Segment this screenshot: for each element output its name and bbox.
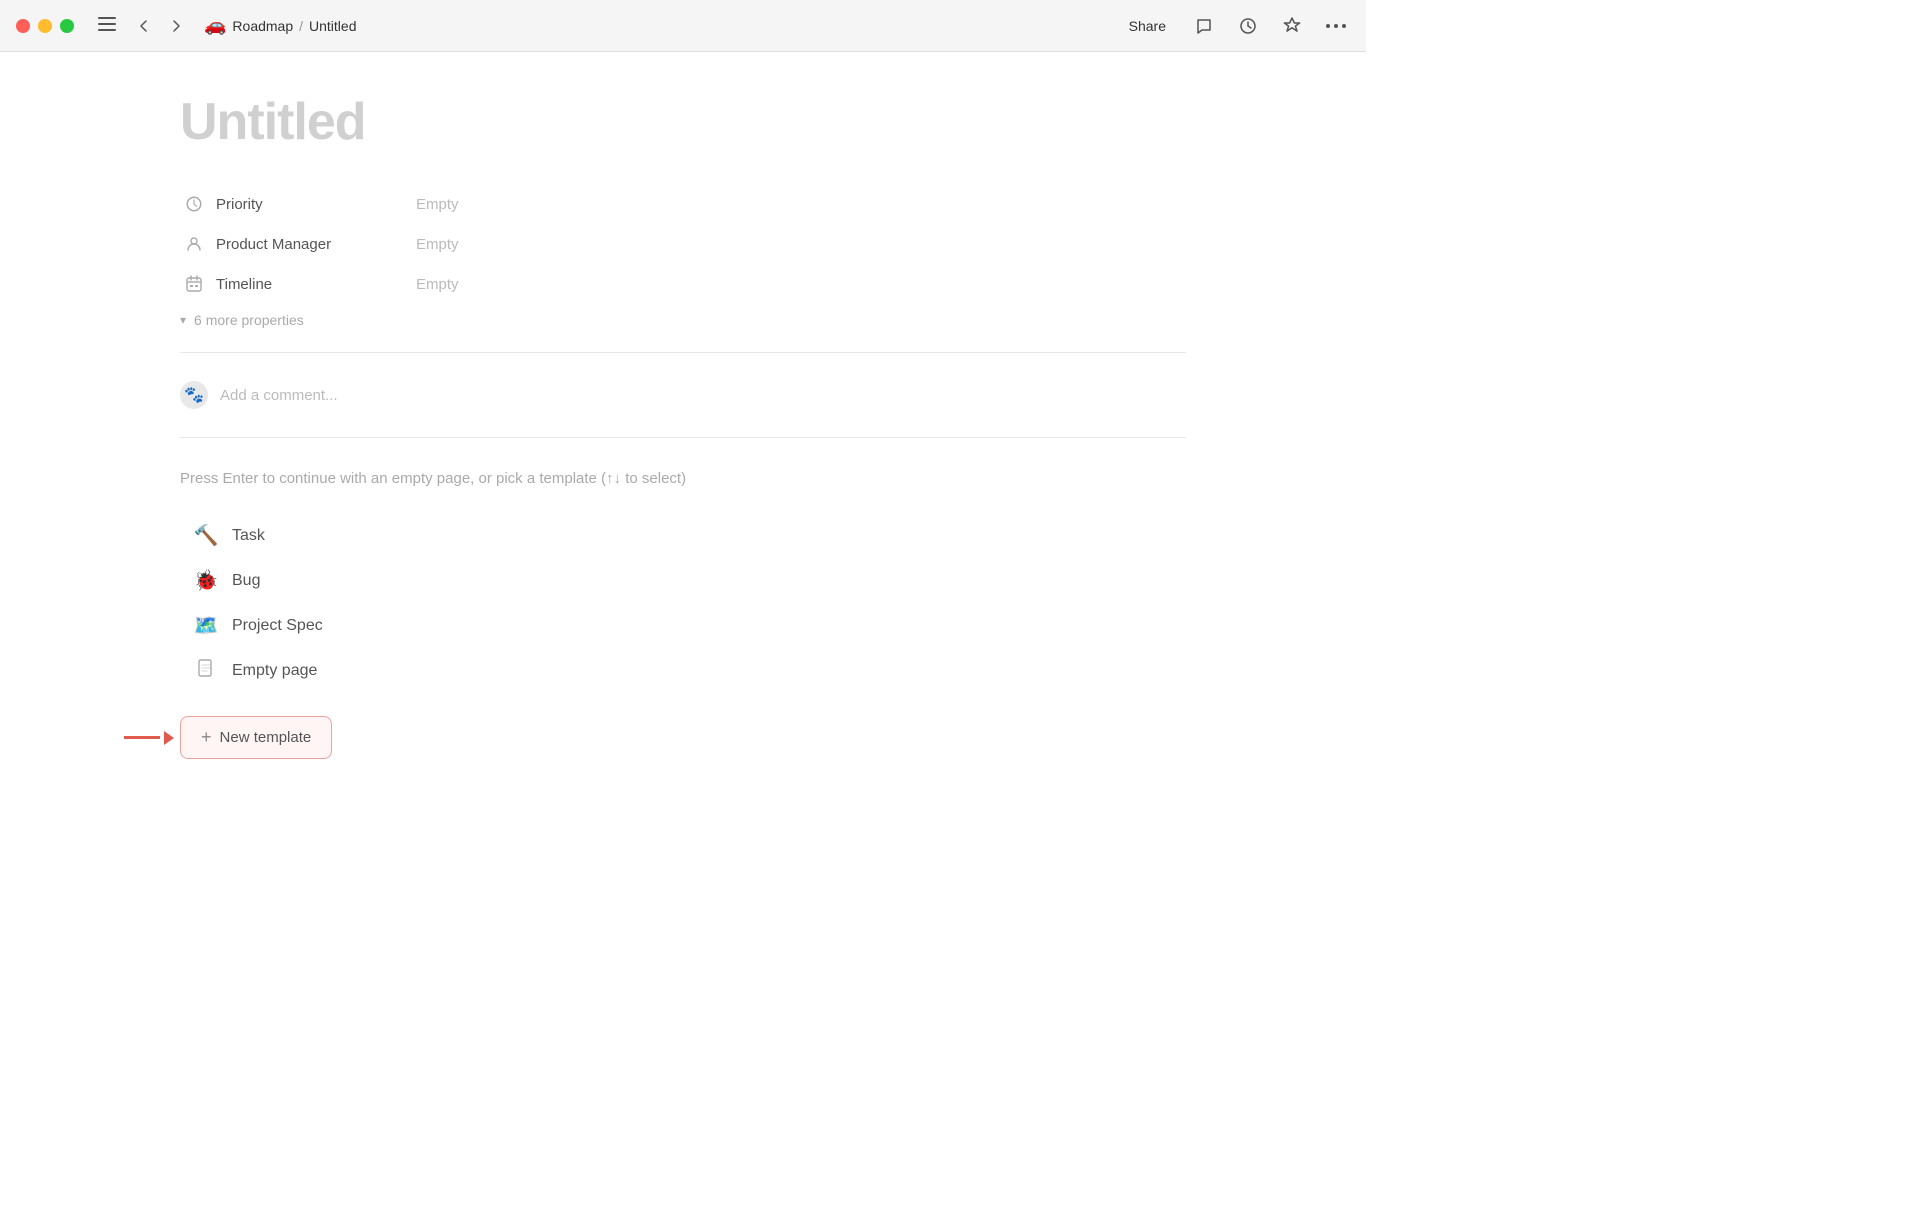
titlebar-actions: Share: [1121, 12, 1350, 40]
product-manager-label: Product Manager: [216, 236, 416, 253]
chevron-down-icon: ▾: [180, 313, 186, 327]
calendar-icon: [180, 275, 208, 293]
titlebar: 🚗 Roadmap / Untitled Share: [0, 0, 1366, 52]
traffic-lights: [16, 19, 74, 33]
comment-divider: [180, 437, 1186, 438]
share-button[interactable]: Share: [1121, 14, 1174, 38]
bug-emoji: 🐞: [192, 568, 220, 593]
arrow-head: [164, 731, 174, 745]
plus-icon: +: [201, 727, 212, 748]
template-item-task[interactable]: 🔨 Task: [180, 515, 1186, 556]
breadcrumb: 🚗 Roadmap / Untitled: [204, 15, 1121, 36]
product-manager-value: Empty: [416, 236, 459, 253]
priority-property[interactable]: Priority Empty: [180, 184, 1186, 224]
new-template-label: New template: [220, 729, 312, 746]
task-emoji: 🔨: [192, 523, 220, 548]
properties-section: Priority Empty Product Manager Empty: [180, 184, 1186, 336]
breadcrumb-separator: /: [299, 18, 303, 34]
more-button[interactable]: [1322, 19, 1350, 33]
new-template-button[interactable]: + New template: [180, 716, 332, 759]
product-manager-property[interactable]: Product Manager Empty: [180, 224, 1186, 264]
timeline-property[interactable]: Timeline Empty: [180, 264, 1186, 304]
bug-label: Bug: [232, 572, 260, 590]
task-label: Task: [232, 527, 265, 545]
priority-value: Empty: [416, 196, 459, 213]
more-properties-label: 6 more properties: [194, 312, 304, 328]
empty-page-label: Empty page: [232, 662, 317, 680]
arrow-indicator: [124, 731, 174, 745]
nav-controls: [132, 14, 188, 38]
history-button[interactable]: [1234, 12, 1262, 40]
forward-button[interactable]: [164, 14, 188, 38]
priority-label: Priority: [216, 196, 416, 213]
back-button[interactable]: [132, 14, 156, 38]
template-list: 🔨 Task 🐞 Bug 🗺️ Project Spec Empty page: [180, 515, 1186, 692]
comment-input[interactable]: Add a comment...: [220, 387, 338, 404]
person-icon: [180, 235, 208, 253]
arrow-shaft: [124, 736, 160, 739]
project-spec-label: Project Spec: [232, 617, 323, 635]
minimize-button[interactable]: [38, 19, 52, 33]
comment-row[interactable]: 🐾 Add a comment...: [180, 369, 1186, 421]
avatar: 🐾: [180, 381, 208, 409]
breadcrumb-emoji: 🚗: [204, 15, 226, 36]
template-hint: Press Enter to continue with an empty pa…: [180, 470, 1186, 487]
template-item-project-spec[interactable]: 🗺️ Project Spec: [180, 605, 1186, 646]
new-template-container: + New template: [180, 716, 332, 759]
template-item-empty-page[interactable]: Empty page: [180, 650, 1186, 692]
template-item-bug[interactable]: 🐞 Bug: [180, 560, 1186, 601]
page-title[interactable]: Untitled: [180, 92, 1186, 152]
close-button[interactable]: [16, 19, 30, 33]
timeline-label: Timeline: [216, 276, 416, 293]
main-content: Untitled Priority Empty Product Manager: [0, 52, 1366, 868]
breadcrumb-parent[interactable]: Roadmap: [232, 18, 293, 34]
sidebar-toggle-button[interactable]: [90, 11, 124, 40]
timeline-value: Empty: [416, 276, 459, 293]
breadcrumb-current: Untitled: [309, 18, 356, 34]
more-properties-toggle[interactable]: ▾ 6 more properties: [180, 304, 1186, 336]
star-button[interactable]: [1278, 12, 1306, 40]
priority-icon: [180, 195, 208, 213]
comment-icon-button[interactable]: [1190, 12, 1218, 40]
properties-divider: [180, 352, 1186, 353]
maximize-button[interactable]: [60, 19, 74, 33]
avatar-emoji: 🐾: [184, 385, 204, 405]
empty-page-emoji: [192, 658, 220, 684]
project-spec-emoji: 🗺️: [192, 613, 220, 638]
